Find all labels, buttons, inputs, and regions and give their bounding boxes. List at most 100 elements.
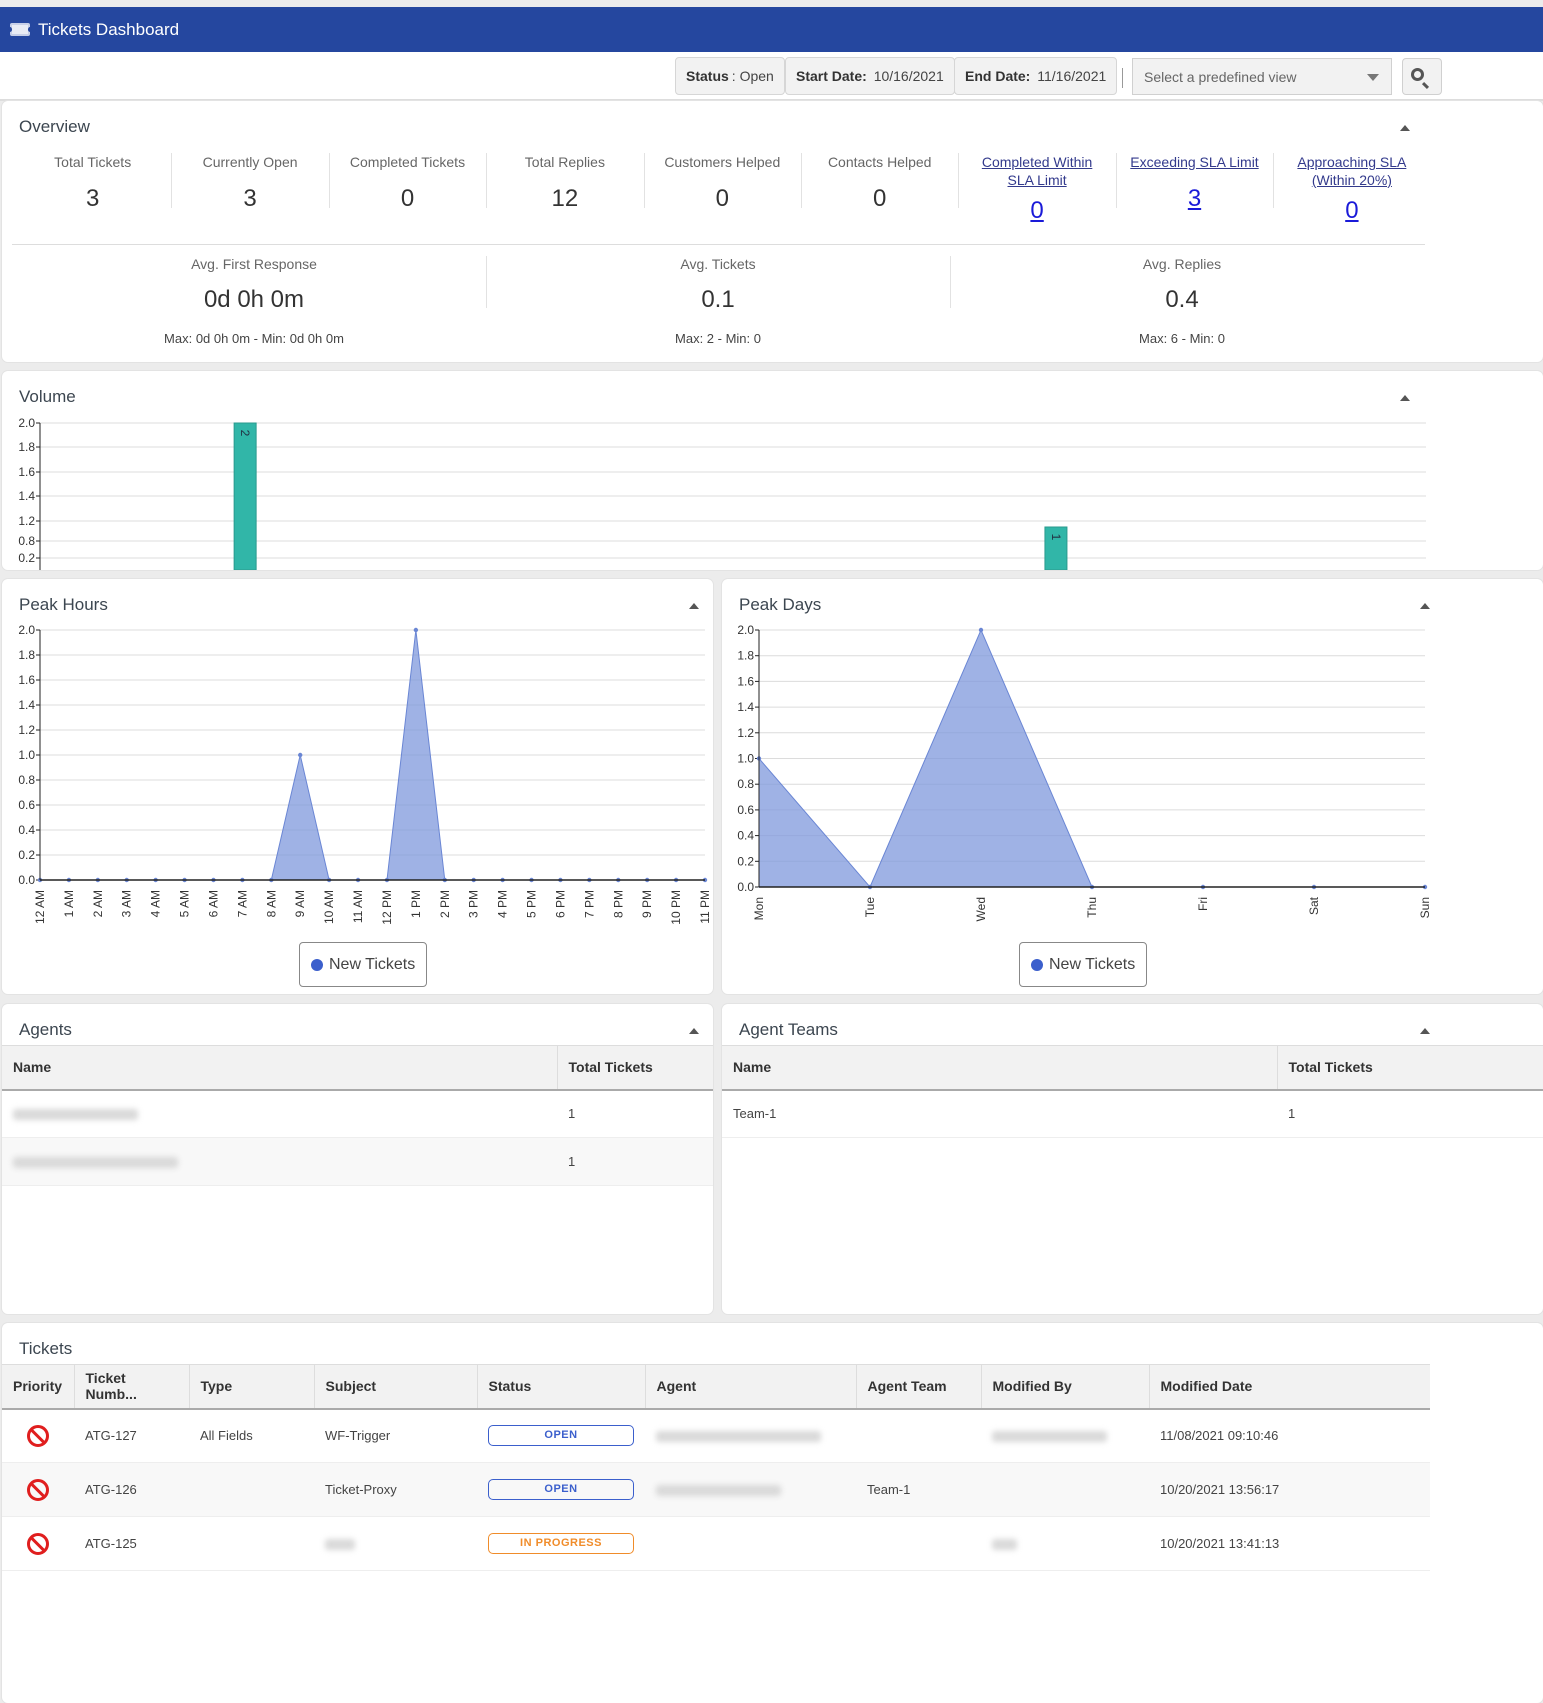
- column-header-total-tickets[interactable]: Total Tickets: [557, 1045, 713, 1091]
- collapse-icon[interactable]: [1420, 1028, 1430, 1034]
- start-date-value: 10/16/2021: [873, 68, 944, 84]
- column-header-modified-date[interactable]: Modified Date: [1149, 1364, 1430, 1410]
- ticket-modified-date: 10/20/2021 13:41:13: [1149, 1516, 1430, 1571]
- x-tick-label: Wed: [974, 897, 988, 921]
- status-filter[interactable]: Status: Open: [675, 57, 785, 95]
- chevron-down-icon: [1367, 74, 1379, 81]
- stat-label[interactable]: Exceeding SLA Limit: [1116, 153, 1273, 171]
- priority-cell: [2, 1408, 74, 1463]
- y-tick-label: 1.2: [18, 723, 35, 737]
- ticket-type: [189, 1516, 314, 1571]
- no-entry-icon: [27, 1478, 49, 1501]
- stat-value: 12: [551, 185, 579, 212]
- collapse-icon[interactable]: [689, 1028, 699, 1034]
- data-point: [298, 752, 303, 758]
- y-tick-label: 1.6: [18, 673, 35, 687]
- status-cell: OPEN: [477, 1462, 645, 1517]
- column-header-priority[interactable]: Priority: [2, 1364, 75, 1410]
- table-row[interactable]: ATG-126 Ticket-Proxy OPEN Team-1 10/20/2…: [2, 1462, 1430, 1517]
- agent-total: 1: [557, 1137, 713, 1186]
- end-date-filter[interactable]: End Date: 11/16/2021: [954, 57, 1118, 95]
- search-button[interactable]: [1402, 58, 1442, 95]
- table-row[interactable]: ATG-127 All Fields WF-Trigger OPEN 11/08…: [2, 1408, 1430, 1463]
- ticket-number[interactable]: ATG-127: [74, 1408, 189, 1463]
- stat-label: Completed Tickets: [349, 154, 466, 170]
- column-header-type[interactable]: Type: [189, 1364, 315, 1410]
- peak-days-panel: Peak Days 0.0 0.2 0.4 0.6 0.8 1.0 1.2 1.4 1.6 1.8…: [722, 579, 1543, 994]
- x-tick-label: 6 PM: [553, 890, 567, 918]
- stat-label[interactable]: Completed Within SLA Limit: [958, 153, 1115, 189]
- collapse-icon[interactable]: [689, 603, 699, 609]
- ticket-agent-team: [856, 1516, 981, 1571]
- ticket-agent-team: [856, 1408, 981, 1463]
- ticket-modified-by: [981, 1408, 1149, 1463]
- stat-value[interactable]: 0: [1273, 197, 1430, 225]
- stat-completed-within-sla-limit[interactable]: Completed Within SLA Limit 0: [958, 153, 1115, 225]
- redacted-text: [656, 1485, 781, 1497]
- predefined-view-select[interactable]: Select a predefined view: [1132, 58, 1392, 95]
- collapse-icon[interactable]: [1400, 125, 1410, 131]
- y-tick-label: 2.0: [18, 623, 35, 637]
- stat-divider: [1115, 153, 1117, 208]
- tickets-title: Tickets: [19, 1339, 73, 1358]
- legend-new-tickets[interactable]: New Tickets: [299, 942, 428, 987]
- stat-label[interactable]: Approaching SLA (Within 20%): [1273, 153, 1430, 189]
- x-tick-label: 11 AM: [351, 890, 365, 923]
- status-badge: OPEN: [488, 1479, 634, 1500]
- column-header-modified-by[interactable]: Modified By: [981, 1364, 1150, 1410]
- ticket-modified-by: [981, 1462, 1149, 1517]
- x-tick-label: Tue: [863, 897, 877, 918]
- column-header-status[interactable]: Status: [477, 1364, 646, 1410]
- column-header-agent[interactable]: Agent: [645, 1364, 857, 1410]
- stat-value[interactable]: 0: [958, 197, 1115, 225]
- stat-divider: [486, 153, 488, 208]
- end-date-label: End Date:: [965, 68, 1031, 84]
- column-header-name[interactable]: Name: [722, 1045, 1278, 1091]
- average-0: Avg. First Response 0d 0h 0m Max: 0d 0h 0m…: [22, 256, 486, 346]
- ticket-number[interactable]: ATG-125: [74, 1516, 189, 1571]
- stat-value: 3: [243, 185, 257, 212]
- x-tick-label: Sat: [1307, 896, 1321, 915]
- y-tick-label: 0.4: [18, 823, 35, 837]
- tickets-table: Priority Ticket Numb... Type Subject Sta…: [2, 1364, 1430, 1571]
- x-tick-label: 8 AM: [264, 890, 278, 917]
- stat-value: 0: [715, 185, 729, 212]
- legend-label: New Tickets: [1049, 955, 1136, 973]
- table-row[interactable]: 1: [2, 1089, 713, 1138]
- average-divider: [486, 256, 487, 308]
- stat-label: Contacts Helped: [827, 154, 932, 170]
- column-header-subject[interactable]: Subject: [314, 1364, 478, 1410]
- start-date-filter[interactable]: Start Date: 10/16/2021: [785, 57, 955, 95]
- stat-exceeding-sla-limit[interactable]: Exceeding SLA Limit 3: [1116, 153, 1273, 213]
- y-tick-label: 2.0: [18, 416, 35, 430]
- priority-cell: [2, 1516, 74, 1571]
- table-row[interactable]: ATG-125 IN PROGRESS 10/20/2021 13:41:13: [2, 1516, 1430, 1571]
- collapse-icon[interactable]: [1420, 603, 1430, 609]
- table-row[interactable]: Team-1 1: [722, 1089, 1543, 1138]
- stat-value: 0: [400, 185, 415, 212]
- table-row[interactable]: 1: [2, 1137, 713, 1186]
- x-tick-label: 6 AM: [206, 890, 220, 917]
- no-entry-icon: [27, 1532, 49, 1555]
- ticket-number[interactable]: ATG-126: [74, 1462, 189, 1517]
- redacted-text: [992, 1431, 1107, 1443]
- average-label: Avg. First Response: [191, 256, 317, 272]
- collapse-icon[interactable]: [1400, 395, 1410, 401]
- stat-approaching-sla-within-20[interactable]: Approaching SLA (Within 20%) 0: [1273, 153, 1430, 225]
- x-tick-label: 10 AM: [322, 890, 336, 924]
- x-tick-label: 4 PM: [496, 890, 510, 918]
- column-header-name[interactable]: Name: [2, 1045, 558, 1091]
- stat-value[interactable]: 3: [1116, 185, 1273, 213]
- column-header-ticket-number[interactable]: Ticket Numb...: [74, 1364, 190, 1410]
- ticket-type: All Fields: [189, 1408, 314, 1463]
- ticket-modified-date: 11/08/2021 09:10:46: [1149, 1408, 1430, 1463]
- ticket-agent: [645, 1462, 856, 1517]
- y-tick-label: 0.8: [18, 773, 35, 787]
- overview-divider: [12, 244, 1425, 245]
- legend-new-tickets[interactable]: New Tickets: [1019, 942, 1148, 987]
- toolbar-divider: [1122, 68, 1123, 88]
- column-header-total-tickets[interactable]: Total Tickets: [1277, 1045, 1543, 1091]
- column-header-agent-team[interactable]: Agent Team: [856, 1364, 982, 1410]
- peak-hours-panel: Peak Hours 0.0 0.2 0.4 0.6 0.8 1.0 1.2 1.4 1.6 1.…: [2, 579, 713, 994]
- overview-title: Overview: [19, 117, 90, 136]
